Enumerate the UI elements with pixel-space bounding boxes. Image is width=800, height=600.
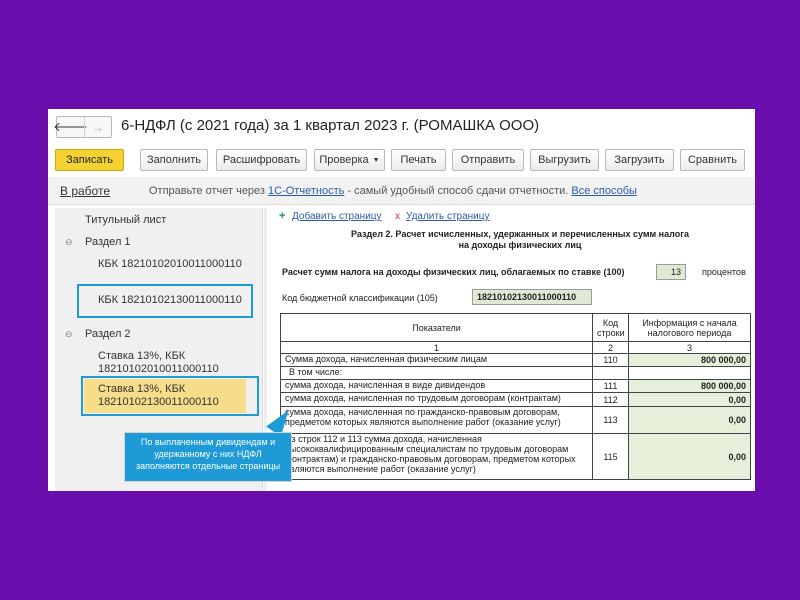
check-dropdown-button[interactable]: Проверка ▼: [314, 149, 385, 171]
table-row: Из строк 112 и 113 сумма дохода, начисле…: [280, 433, 751, 480]
save-button[interactable]: Записать: [55, 149, 124, 171]
row-value[interactable]: 0,00: [628, 392, 751, 407]
row-code: 111: [592, 379, 629, 393]
load-button[interactable]: Загрузить: [605, 149, 674, 171]
tree-item-title-page[interactable]: Титульный лист: [55, 214, 263, 228]
rate1-line1: Ставка 13%, КБК: [98, 350, 186, 362]
row-value: [628, 366, 751, 380]
tree-item-section2[interactable]: ⊖ Раздел 2: [55, 328, 263, 342]
income-table: Показатели Код строки Информация с начал…: [280, 313, 751, 480]
table-colnum-row: 1 2 3: [280, 341, 751, 354]
col-number: 1: [280, 341, 593, 354]
section-title-line2: на доходы физических лиц: [458, 240, 582, 250]
compare-button[interactable]: Сравнить: [680, 149, 745, 171]
all-methods-link[interactable]: Все способы: [571, 185, 637, 197]
section-title-line1: Раздел 2. Расчет исчисленных, удержанных…: [351, 229, 689, 239]
tree-label: Раздел 2: [85, 328, 131, 340]
table-row: сумма дохода, начисленная по трудовым до…: [280, 392, 751, 407]
row-label: Сумма дохода, начисленная физическим лиц…: [280, 353, 593, 367]
send-button[interactable]: Отправить: [452, 149, 524, 171]
plus-icon: +: [279, 210, 286, 222]
row-code: 115: [592, 433, 629, 480]
tree-item-section1[interactable]: ⊖ Раздел 1: [55, 236, 263, 250]
dividends-callout: По выплаченным дивидендам и удержанному …: [124, 432, 292, 482]
table-row: В том числе:: [280, 366, 751, 380]
section-title: Раздел 2. Расчет исчисленных, удержанных…: [330, 229, 710, 251]
fill-button[interactable]: Заполнить: [140, 149, 208, 171]
row-value[interactable]: 800 000,00: [628, 379, 751, 393]
kbk-field[interactable]: 18210102130011000110: [472, 289, 592, 305]
col-number: 2: [592, 341, 629, 354]
collapse-icon[interactable]: ⊖: [65, 237, 73, 248]
rate2-line1: Ставка 13%, КБК: [98, 383, 186, 395]
col-number: 3: [628, 341, 751, 354]
title-bar: 🡐 → 6-НДФЛ (с 2021 года) за 1 квартал 20…: [48, 109, 755, 145]
kbk-label: Код бюджетной классификации (105): [282, 293, 438, 303]
rate2-line2: 18210102130011000110: [98, 396, 219, 408]
tree-label: КБК 18210102010011000110: [98, 258, 242, 270]
rate1-line2: 18210102010011000110: [98, 363, 219, 375]
row-value[interactable]: 800 000,00: [628, 353, 751, 367]
col-header-info: Информация с начала налогового периода: [628, 313, 751, 342]
tree-label: Титульный лист: [85, 214, 167, 226]
row-value[interactable]: 0,00: [628, 406, 751, 434]
col-header-code: Код строки: [592, 313, 629, 342]
tree-label: КБК 18210102130011000110: [98, 294, 242, 306]
tree-item-rate2-selected[interactable]: Ставка 13%, КБК 18210102130011000110: [84, 379, 246, 413]
info-message: Отправьте отчет через 1С-Отчетность - са…: [149, 185, 637, 197]
row-label: сумма дохода, начисленная в виде дивиден…: [280, 379, 593, 393]
info-text-after: - самый удобный способ сдачи отчетности.: [344, 185, 572, 197]
rate-field[interactable]: 13: [656, 264, 686, 280]
status-link[interactable]: В работе: [60, 184, 110, 198]
info-text-before: Отправьте отчет через: [149, 185, 269, 197]
window-title: 6-НДФЛ (с 2021 года) за 1 квартал 2023 г…: [121, 117, 540, 134]
row-code: [592, 366, 629, 380]
row-code: 113: [592, 406, 629, 434]
calc-rate-label: Расчет сумм налога на доходы физических …: [282, 267, 625, 277]
table-row: Сумма дохода, начисленная физическим лиц…: [280, 353, 751, 367]
collapse-icon[interactable]: ⊖: [65, 329, 73, 340]
row-code: 110: [592, 353, 629, 367]
table-row: сумма дохода, начисленная по гражданско-…: [280, 406, 751, 434]
info-bar: В работе Отправьте отчет через 1С-Отчетн…: [48, 177, 755, 205]
row-code: 112: [592, 392, 629, 407]
tree-label: Раздел 1: [85, 236, 131, 248]
tree-item-rate1[interactable]: Ставка 13%, КБК 18210102010011000110: [55, 350, 263, 378]
add-page-link[interactable]: Добавить страницу: [292, 211, 382, 222]
delete-x-icon: x: [395, 211, 400, 222]
back-arrow-icon[interactable]: 🡐: [53, 117, 88, 137]
tree-label: Ставка 13%, КБК 18210102010011000110: [98, 350, 219, 376]
forward-arrow-icon[interactable]: →: [84, 117, 111, 137]
tree-item-kbk1[interactable]: КБК 18210102010011000110: [55, 258, 263, 272]
dropdown-arrow-icon: ▼: [372, 156, 380, 164]
1c-reporting-link[interactable]: 1С-Отчетность: [268, 185, 344, 197]
nav-buttons: 🡐 →: [53, 116, 112, 138]
tree-label: Ставка 13%, КБК 18210102130011000110: [98, 383, 219, 409]
table-header-row: Показатели Код строки Информация с начал…: [280, 313, 751, 342]
check-label: Проверка: [319, 154, 369, 166]
upload-button[interactable]: Выгрузить: [530, 149, 599, 171]
row-label: Из строк 112 и 113 сумма дохода, начисле…: [280, 433, 593, 480]
print-button[interactable]: Печать: [391, 149, 446, 171]
row-value[interactable]: 0,00: [628, 433, 751, 480]
row-label: В том числе:: [280, 366, 593, 380]
col-header-indicators: Показатели: [280, 313, 593, 342]
percent-label: процентов: [702, 267, 746, 277]
form-panel: + Добавить страницу x Удалить страницу Р…: [270, 208, 755, 491]
toolbar: Записать Заполнить Расшифровать Проверка…: [48, 149, 755, 173]
row-label: сумма дохода, начисленная по гражданско-…: [280, 406, 593, 434]
row-label: сумма дохода, начисленная по трудовым до…: [280, 392, 593, 407]
decode-button[interactable]: Расшифровать: [216, 149, 307, 171]
tree-item-kbk2[interactable]: КБК 18210102130011000110: [55, 294, 263, 308]
delete-page-link[interactable]: Удалить страницу: [406, 211, 490, 222]
table-row: сумма дохода, начисленная в виде дивиден…: [280, 379, 751, 393]
